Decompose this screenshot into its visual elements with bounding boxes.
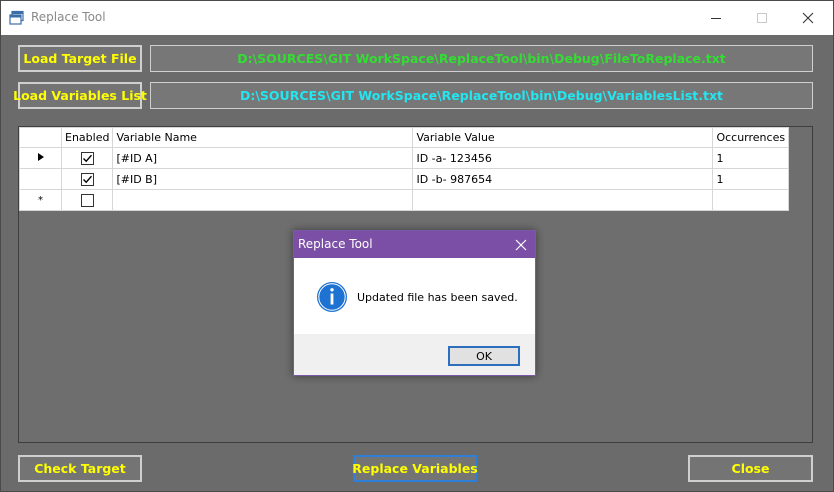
variable-name-cell[interactable]: [#ID A]: [112, 147, 414, 169]
minimize-icon: [711, 18, 721, 19]
checkmark-icon: [82, 154, 92, 162]
enabled-cell[interactable]: [60, 168, 114, 190]
close-icon: [802, 12, 814, 24]
window-title: Replace Tool: [31, 10, 106, 24]
minimize-button[interactable]: [693, 1, 739, 35]
replace-variables-button[interactable]: Replace Variables: [352, 455, 478, 482]
app-window-icon: [9, 10, 25, 26]
variable-value-cell[interactable]: [412, 189, 714, 211]
main-window: Replace Tool Load Target File D:\SOURCES…: [0, 0, 834, 492]
occurrences-cell[interactable]: 1: [712, 147, 790, 169]
enabled-checkbox[interactable]: [80, 172, 94, 186]
column-header-variable-name[interactable]: Variable Name: [112, 127, 414, 148]
info-icon: [317, 282, 347, 312]
variable-name-cell[interactable]: [#ID B]: [112, 168, 414, 190]
dialog-message: Updated file has been saved.: [357, 291, 518, 304]
target-file-path-field[interactable]: D:\SOURCES\GIT WorkSpace\ReplaceTool\bin…: [150, 45, 813, 72]
variable-value-cell[interactable]: ID -b- 987654: [412, 168, 714, 190]
dialog-title: Replace Tool: [298, 237, 373, 251]
enabled-cell[interactable]: [60, 147, 114, 169]
new-row[interactable]: *: [19, 189, 790, 211]
title-bar[interactable]: Replace Tool: [1, 1, 833, 35]
current-row-arrow-icon: [37, 152, 44, 161]
message-dialog: Replace Tool Updated file has been saved…: [293, 230, 536, 376]
dialog-body: Updated file has been saved.: [294, 258, 535, 334]
checkmark-icon: [82, 175, 92, 183]
load-target-file-button[interactable]: Load Target File: [18, 45, 142, 72]
occurrences-cell[interactable]: [712, 189, 790, 211]
column-header-enabled[interactable]: Enabled: [60, 127, 114, 148]
variable-value-cell[interactable]: ID -a- 123456: [412, 147, 714, 169]
variable-name-cell[interactable]: [112, 189, 414, 211]
occurrences-cell[interactable]: 1: [712, 168, 790, 190]
new-row-header[interactable]: *: [19, 189, 62, 211]
grid-header-row: Enabled Variable Name Variable Value Occ…: [19, 127, 790, 148]
table-row[interactable]: [#ID B] ID -b- 987654 1: [19, 168, 790, 190]
dialog-title-bar[interactable]: Replace Tool: [294, 231, 535, 258]
maximize-icon: [757, 13, 767, 23]
maximize-button[interactable]: [739, 1, 785, 35]
ok-button[interactable]: OK: [448, 346, 520, 366]
row-header-corner[interactable]: [19, 127, 62, 148]
close-button[interactable]: Close: [688, 455, 813, 482]
dialog-close-icon[interactable]: [515, 239, 527, 251]
row-header[interactable]: [19, 147, 62, 169]
load-variables-list-button[interactable]: Load Variables List: [13, 82, 147, 109]
enabled-checkbox[interactable]: [80, 193, 94, 207]
check-target-button[interactable]: Check Target: [18, 455, 142, 482]
window-close-button[interactable]: [785, 1, 831, 35]
row-header[interactable]: [19, 168, 62, 190]
column-header-variable-value[interactable]: Variable Value: [412, 127, 714, 148]
enabled-cell[interactable]: [60, 189, 114, 211]
enabled-checkbox[interactable]: [80, 151, 94, 165]
table-row[interactable]: [#ID A] ID -a- 123456 1: [19, 147, 790, 169]
variables-table: Enabled Variable Name Variable Value Occ…: [19, 127, 790, 211]
column-header-occurrences[interactable]: Occurrences: [712, 127, 790, 148]
variables-list-path-field[interactable]: D:\SOURCES\GIT WorkSpace\ReplaceTool\bin…: [150, 82, 813, 109]
